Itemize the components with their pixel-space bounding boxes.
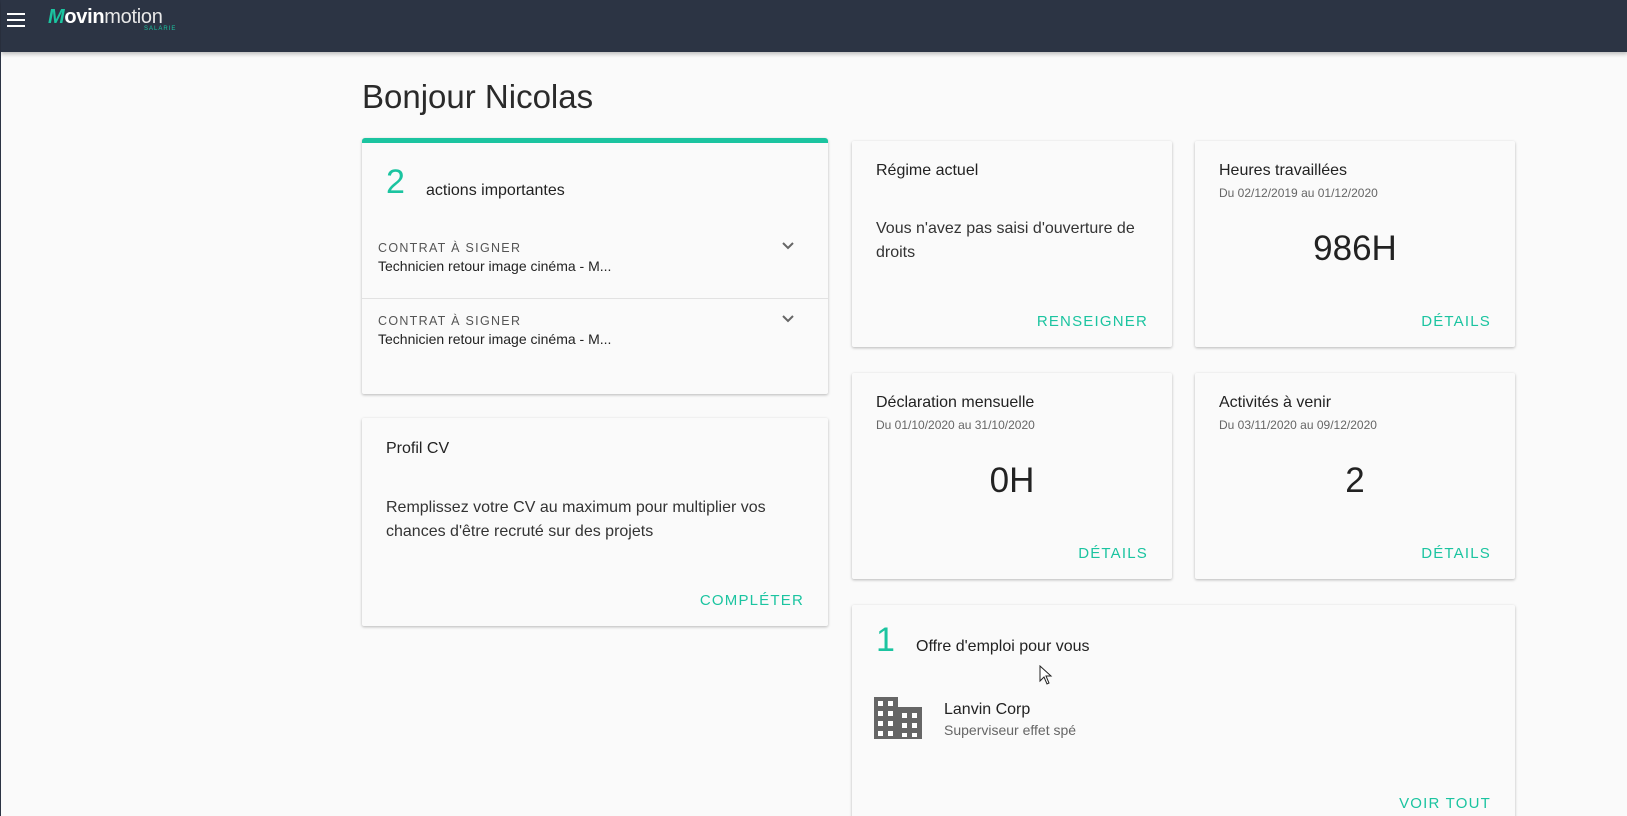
profile-cv-card: Profil CV Remplissez votre CV au maximum… — [362, 418, 828, 626]
upcoming-activities-card: Activités à venir Du 03/11/2020 au 09/12… — [1195, 373, 1515, 579]
logo-wordmark: Movinmotion — [48, 6, 163, 28]
declaration-value: 0H — [989, 461, 1035, 500]
action-description: Technicien retour image cinéma - M... — [378, 331, 612, 347]
card-period: Du 02/12/2019 au 01/12/2020 — [1219, 186, 1378, 200]
chevron-down-icon[interactable] — [780, 237, 796, 253]
job-company: Lanvin Corp — [944, 701, 1031, 718]
card-body: Remplissez votre CV au maximum pour mult… — [386, 499, 766, 540]
page-title: Bonjour Nicolas — [362, 78, 594, 115]
card-period: Du 03/11/2020 au 09/12/2020 — [1219, 418, 1377, 432]
actions-label: actions importantes — [426, 182, 565, 199]
action-item[interactable]: CONTRAT À SIGNER Technicien retour image… — [362, 298, 828, 370]
card-title: Heures travaillées — [1219, 162, 1348, 179]
card-title: Activités à venir — [1219, 394, 1332, 411]
activities-value: 2 — [1345, 461, 1365, 500]
card-title: Régime actuel — [876, 162, 979, 179]
worked-hours-card: Heures travaillées Du 02/12/2019 au 01/1… — [1195, 141, 1515, 347]
important-actions-card: 2 actions importantes CONTRAT À SIGNER T… — [362, 138, 828, 394]
action-description: Technicien retour image cinéma - M... — [378, 258, 612, 274]
action-kind: CONTRAT À SIGNER — [378, 241, 522, 255]
card-period: Du 01/10/2020 au 31/10/2020 — [876, 418, 1035, 432]
monthly-declaration-card: Déclaration mensuelle Du 01/10/2020 au 3… — [852, 373, 1172, 579]
see-all-button[interactable]: VOIR TOUT — [1399, 795, 1491, 812]
details-button[interactable]: DÉTAILS — [1078, 545, 1148, 562]
jobs-label: Offre d'emploi pour vous — [916, 638, 1090, 655]
hours-value: 986H — [1313, 229, 1397, 268]
complete-button[interactable]: COMPLÉTER — [700, 592, 804, 609]
details-button[interactable]: DÉTAILS — [1421, 545, 1491, 562]
top-app-bar: Movinmotion SALARIE — [1, 0, 1627, 52]
chevron-down-icon[interactable] — [780, 310, 796, 326]
card-body: Vous n'avez pas saisi d'ouverture de dro… — [876, 220, 1135, 261]
logo-subtitle: SALARIE — [144, 26, 177, 32]
card-title: Déclaration mensuelle — [876, 394, 1035, 411]
jobs-count: 1 — [876, 621, 895, 659]
job-role: Superviseur effet spé — [944, 722, 1077, 738]
details-button[interactable]: DÉTAILS — [1421, 313, 1491, 330]
app-logo[interactable]: Movinmotion SALARIE — [48, 6, 175, 32]
fill-in-button[interactable]: RENSEIGNER — [1037, 313, 1148, 330]
action-kind: CONTRAT À SIGNER — [378, 314, 522, 328]
action-item[interactable]: CONTRAT À SIGNER Technicien retour image… — [362, 225, 828, 297]
mouse-cursor-icon — [1039, 665, 1053, 685]
hamburger-menu-icon[interactable] — [6, 10, 26, 30]
card-title: Profil CV — [386, 440, 450, 457]
building-icon — [874, 697, 922, 739]
regime-card: Régime actuel Vous n'avez pas saisi d'ou… — [852, 141, 1172, 347]
job-offers-card: 1 Offre d'emploi pour vous Lanvin Corp S… — [852, 605, 1515, 816]
actions-count: 2 — [386, 163, 405, 201]
